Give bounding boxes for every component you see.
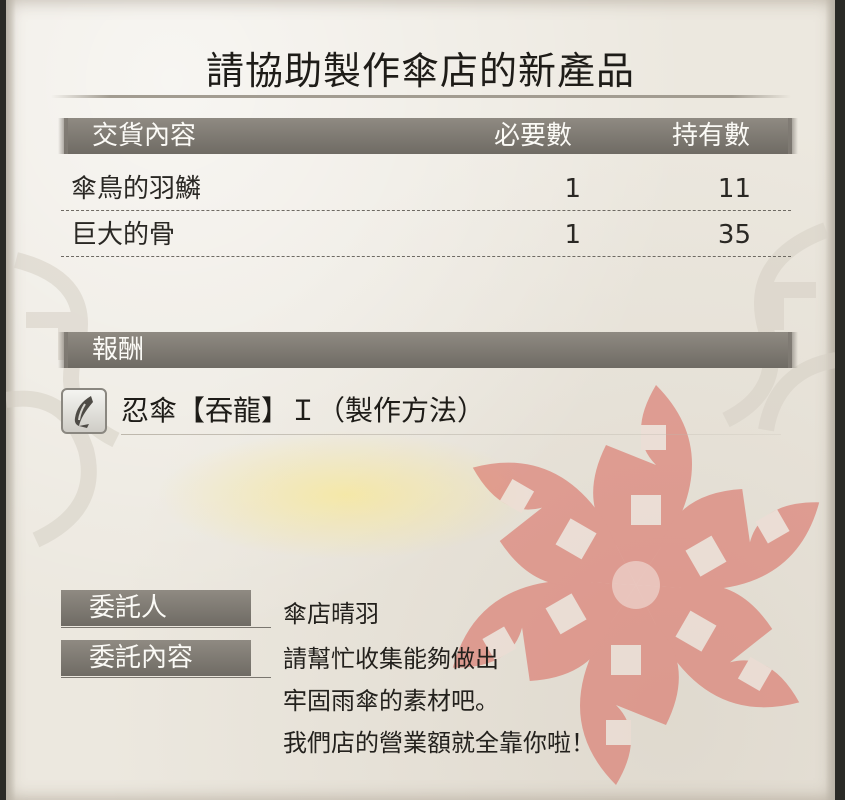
request-line: 我們店的營業額就全靠你啦！ [283,729,595,757]
request-divider [61,677,271,678]
request-line: 牢固雨傘的素材吧。 [283,687,499,715]
item-required: 1 [564,220,581,250]
reward-underline [121,434,781,435]
owned-count-label: 持有數 [672,121,751,151]
delivery-header: 交貨內容 必要數 持有數 [58,118,798,154]
delivery-item-row: 巨大的骨 1 35 [61,212,791,257]
client-divider [61,627,271,628]
client-name: 傘店晴羽 [283,600,379,628]
reward-header-label: 報酬 [92,335,145,365]
request-description: 請幫忙收集能夠做出 牢固雨傘的素材吧。 我們店的營業額就全靠你啦！ [283,638,595,764]
request-label: 委託內容 [89,643,194,673]
required-count-label: 必要數 [494,121,573,151]
quest-panel: 請協助製作傘店的新產品 交貨內容 必要數 持有數 傘鳥的羽鱗 1 11 巨大的骨… [6,0,835,800]
item-name: 傘鳥的羽鱗 [71,174,202,204]
title-divider [51,95,791,98]
request-header: 委託內容 [61,640,251,676]
item-owned: 35 [717,220,751,250]
item-owned: 11 [717,174,751,204]
delivery-item-row: 傘鳥的羽鱗 1 11 [61,166,791,211]
client-label: 委託人 [89,593,168,623]
umbrella-weapon-icon [61,388,107,434]
item-name: 巨大的骨 [71,220,176,250]
item-required: 1 [564,174,581,204]
reward-item[interactable]: 忍傘【吞龍】Ｉ（製作方法） [61,388,781,438]
delivery-content-label: 交貨內容 [92,121,197,151]
request-line: 請幫忙收集能夠做出 [283,645,499,673]
reward-header: 報酬 [58,332,798,368]
quest-title: 請協助製作傘店的新產品 [205,49,635,93]
reward-label: 忍傘【吞龍】Ｉ（製作方法） [121,394,486,427]
client-header: 委託人 [61,590,251,626]
